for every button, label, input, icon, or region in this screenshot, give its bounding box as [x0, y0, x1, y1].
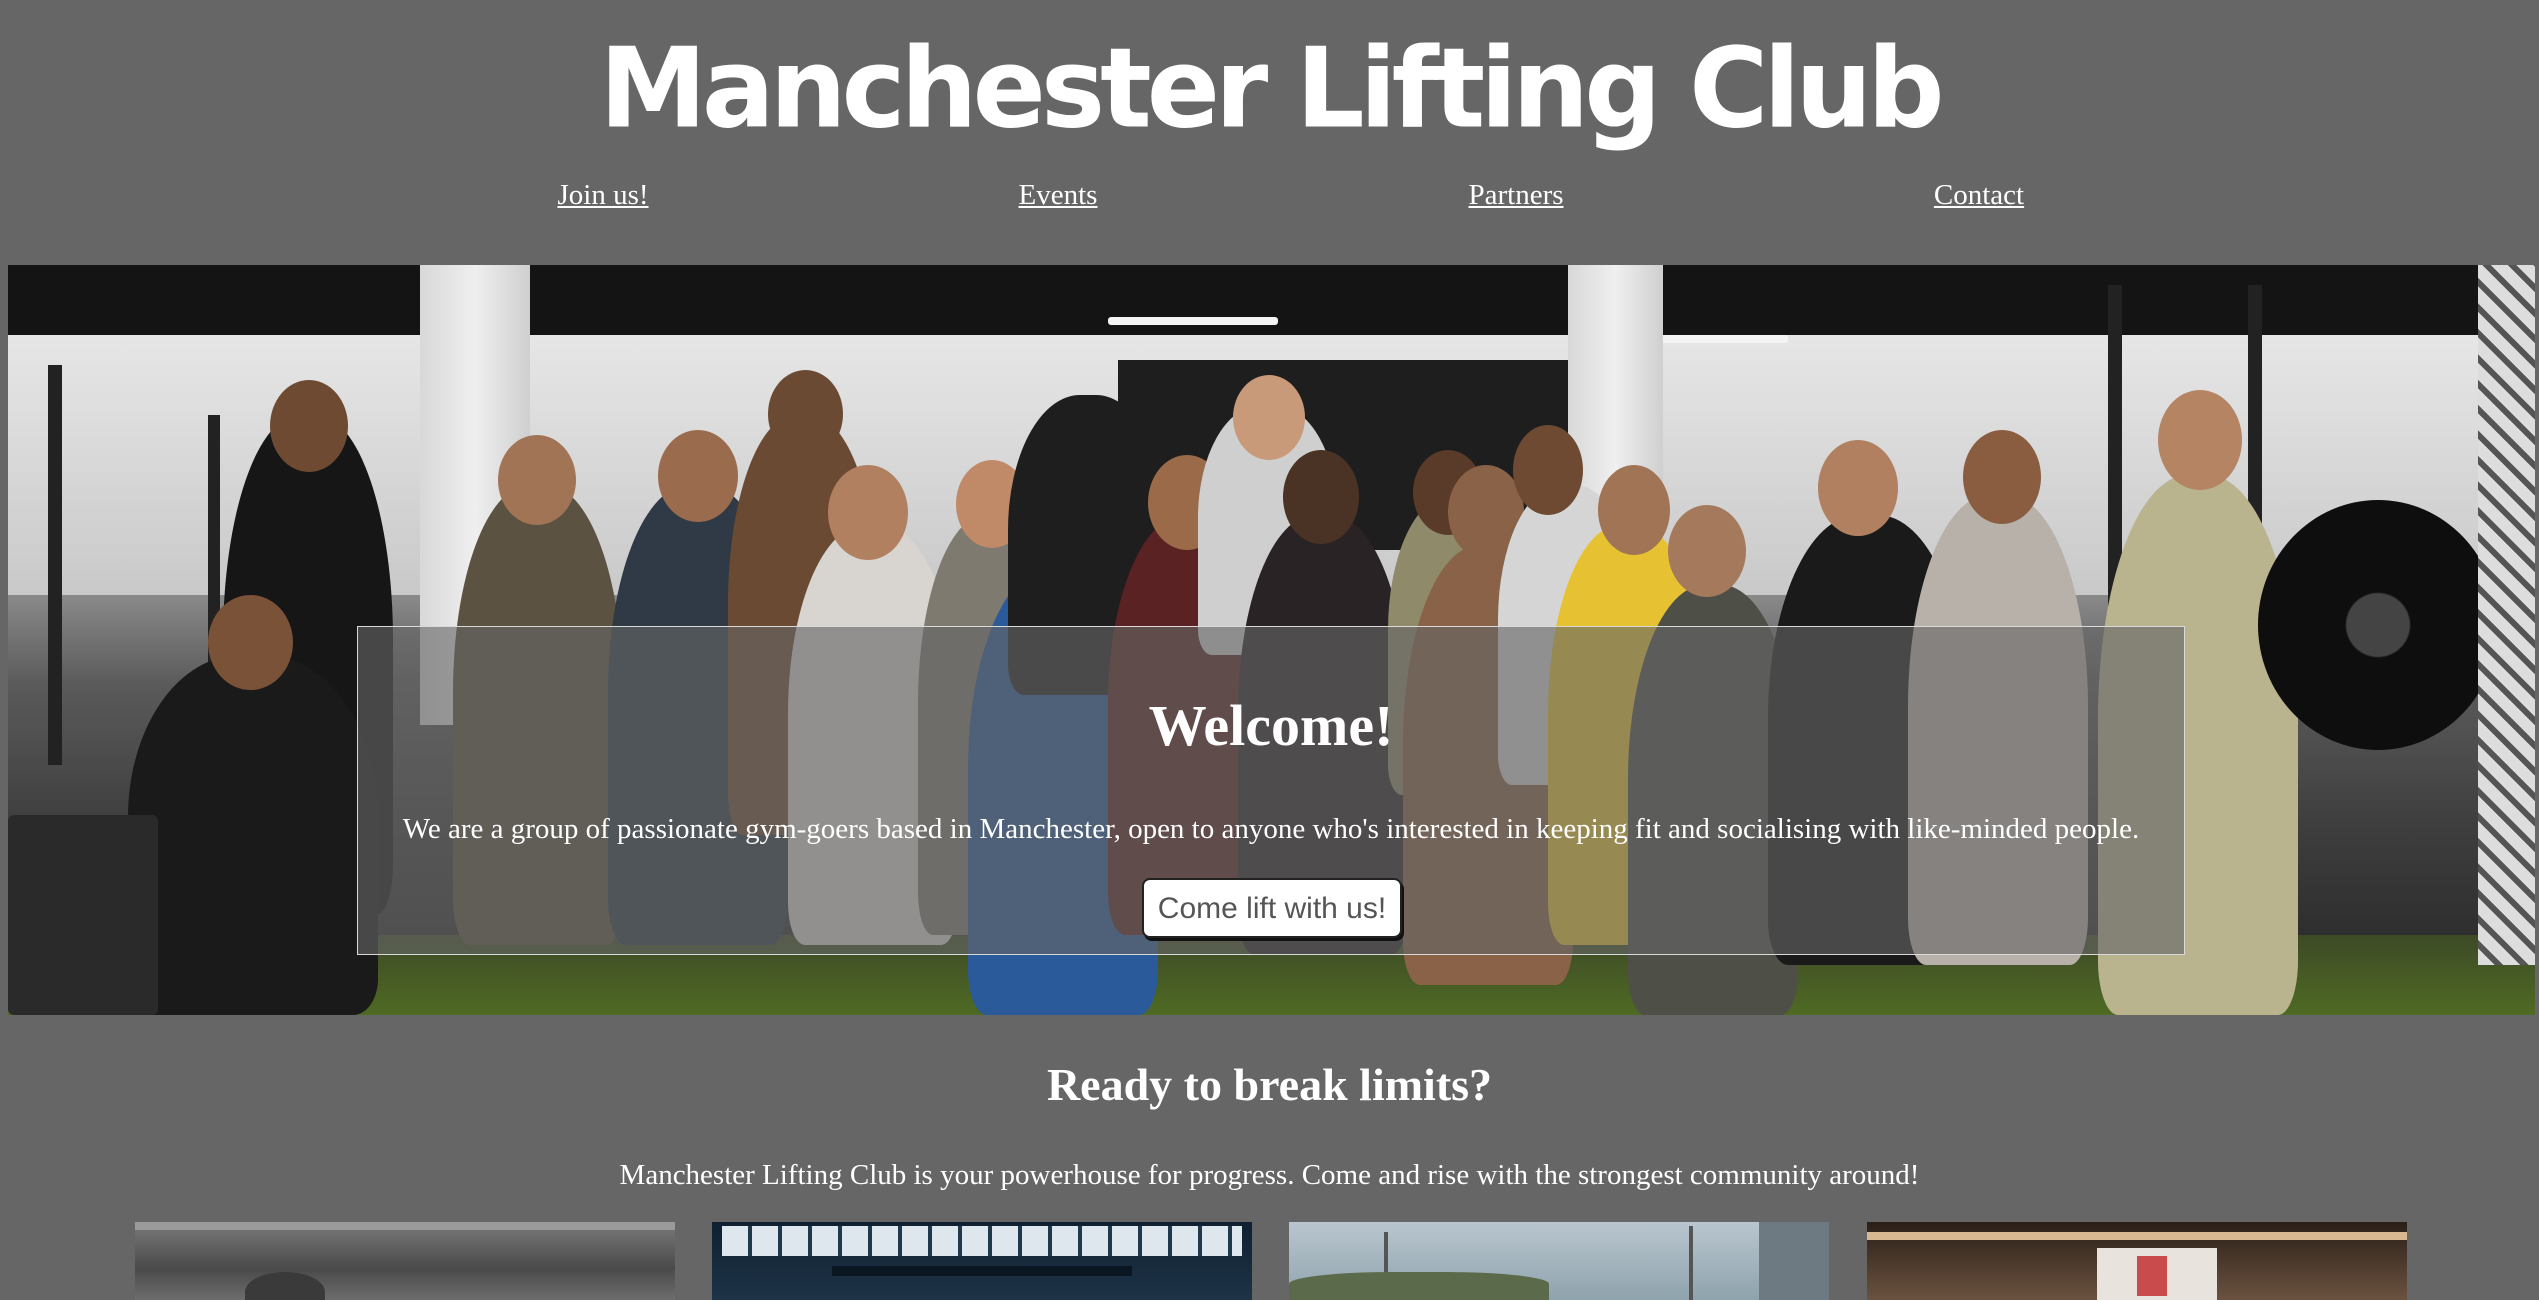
nav-events[interactable]: Events: [1019, 177, 1098, 213]
gallery-image-1: [135, 1222, 675, 1300]
gallery-image-4: [1867, 1222, 2407, 1300]
welcome-text: We are a group of passionate gym-goers b…: [402, 813, 2140, 845]
nav-contact[interactable]: Contact: [1934, 177, 2024, 213]
come-lift-button[interactable]: Come lift with us!: [1142, 878, 1402, 938]
nav-partners[interactable]: Partners: [1468, 177, 1563, 213]
gallery-image-2: [712, 1222, 1252, 1300]
site-title: Manchester Lifting Club: [599, 25, 1944, 154]
gallery-image-3: [1289, 1222, 1829, 1300]
nav-join-us[interactable]: Join us!: [557, 177, 648, 213]
section-title: Ready to break limits?: [1046, 1059, 1493, 1110]
welcome-title: Welcome!: [1148, 693, 1394, 758]
welcome-panel: Welcome! We are a group of passionate gy…: [357, 626, 2185, 955]
section-text: Manchester Lifting Club is your powerhou…: [619, 1159, 1920, 1191]
